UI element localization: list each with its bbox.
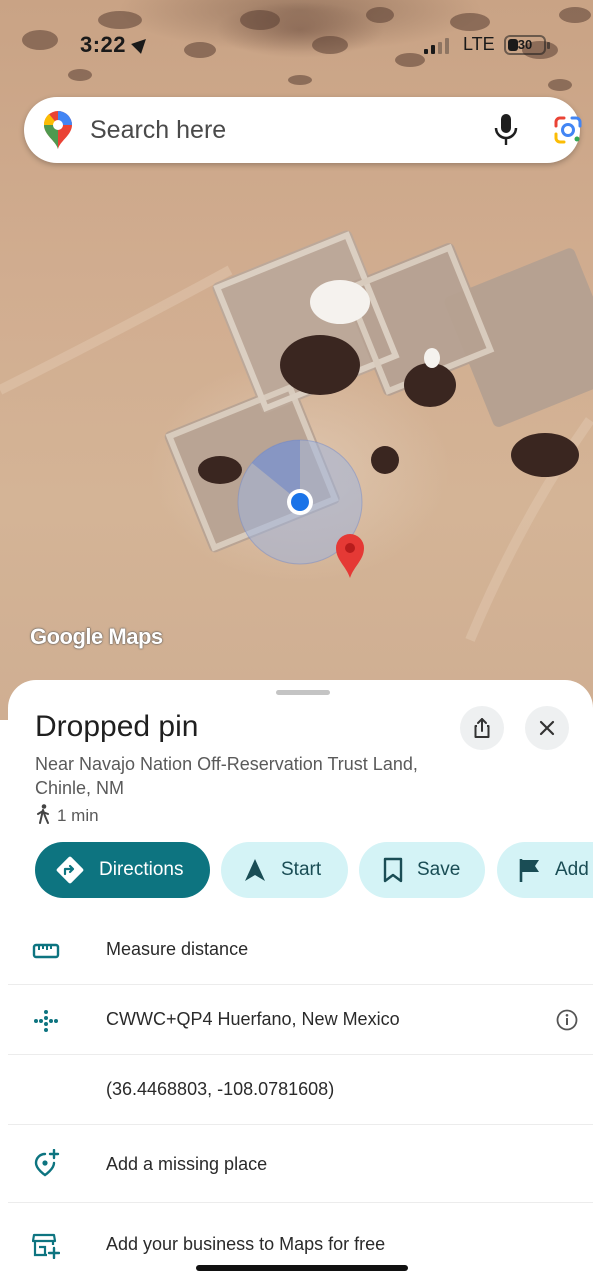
- add-business-label: Add your business to Maps for free: [106, 1234, 386, 1254]
- place-sheet: Dropped pin Near Navajo Nation Off-Reser…: [8, 680, 593, 1273]
- walking-time: 1 min: [35, 804, 99, 826]
- close-icon: [539, 720, 555, 736]
- cellular-signal-icon: [424, 38, 454, 54]
- add-missing-place-row[interactable]: Add a missing place: [8, 1125, 593, 1203]
- action-chips: Directions Start Save Add: [8, 842, 593, 900]
- save-label: Save: [417, 859, 461, 880]
- location-services-icon: [131, 34, 151, 54]
- network-type: LTE: [463, 34, 495, 54]
- plus-code-icon: [34, 1010, 58, 1032]
- walking-time-label: 1 min: [57, 806, 99, 825]
- directions-button[interactable]: Directions: [35, 842, 210, 898]
- flag-icon: [519, 859, 539, 882]
- navigation-arrow-icon: [245, 859, 265, 881]
- storefront-add-icon: [32, 1233, 60, 1259]
- map-watermark: Google Maps: [30, 624, 163, 649]
- home-indicator[interactable]: [196, 1265, 408, 1271]
- measure-distance-label: Measure distance: [106, 939, 249, 959]
- coordinates-label: (36.4468803, -108.0781608): [106, 1079, 335, 1099]
- save-button[interactable]: Save: [359, 842, 485, 898]
- map-view[interactable]: 3:22 LTE 30 Go: [0, 0, 593, 720]
- plus-code-label: CWWC+QP4 Huerfano, New Mexico: [106, 1009, 400, 1029]
- place-title: Dropped pin: [35, 710, 199, 743]
- walking-person-icon: [37, 804, 49, 824]
- measure-distance-row[interactable]: Measure distance: [8, 915, 593, 985]
- battery-icon: 30: [504, 35, 550, 55]
- coordinates-row[interactable]: (36.4468803, -108.0781608): [8, 1055, 593, 1125]
- dropped-pin-marker: [336, 534, 364, 578]
- ruler-icon: [32, 943, 60, 959]
- sheet-drag-handle[interactable]: [276, 690, 330, 695]
- place-details-list: Measure distance CWWC+QP4 Huerfano, New …: [8, 915, 593, 1273]
- battery-level: 30: [517, 37, 533, 52]
- place-address: Near Navajo Nation Off-Reservation Trust…: [35, 754, 418, 798]
- add-business-row[interactable]: Add your business to Maps for free: [8, 1203, 593, 1273]
- share-icon: [474, 718, 490, 738]
- info-icon[interactable]: [555, 1008, 579, 1032]
- add-missing-place-label: Add a missing place: [106, 1154, 268, 1174]
- share-button[interactable]: [460, 706, 504, 750]
- google-maps-logo-icon: [44, 111, 72, 149]
- search-bar[interactable]: [24, 97, 582, 163]
- google-lens-icon[interactable]: [552, 114, 584, 146]
- start-button[interactable]: Start: [221, 842, 348, 898]
- plus-code-row[interactable]: CWWC+QP4 Huerfano, New Mexico: [8, 985, 593, 1055]
- directions-label: Directions: [99, 859, 184, 880]
- add-label: Add: [555, 859, 589, 880]
- add-label-button[interactable]: Add: [497, 842, 593, 898]
- bookmark-icon: [383, 857, 403, 883]
- microphone-icon[interactable]: [490, 112, 522, 148]
- directions-icon: [56, 856, 84, 884]
- search-input[interactable]: [90, 111, 450, 149]
- status-bar: 3:22 LTE 30: [0, 0, 593, 92]
- start-label: Start: [281, 859, 322, 880]
- add-place-pin-icon: [34, 1149, 60, 1177]
- close-button[interactable]: [525, 706, 569, 750]
- status-time: 3:22: [80, 32, 151, 58]
